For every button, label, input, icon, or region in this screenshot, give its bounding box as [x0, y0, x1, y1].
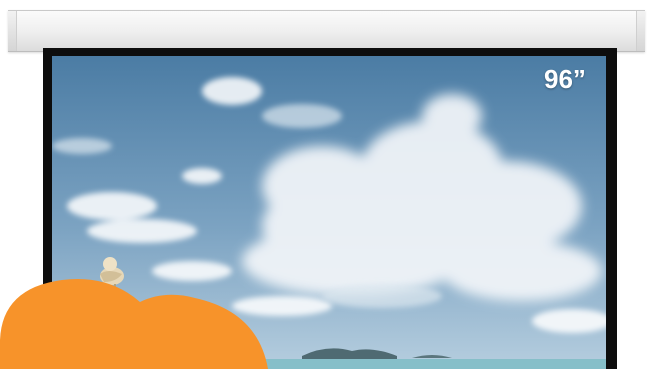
housing-end-cap-right — [636, 11, 645, 51]
screen-housing-casing — [8, 10, 645, 52]
screen-size-label: 96” — [544, 64, 586, 94]
orange-cloud-shape — [0, 278, 268, 369]
housing-end-cap-left — [8, 11, 17, 51]
projector-screen-product-photo: 96” — [0, 0, 647, 369]
